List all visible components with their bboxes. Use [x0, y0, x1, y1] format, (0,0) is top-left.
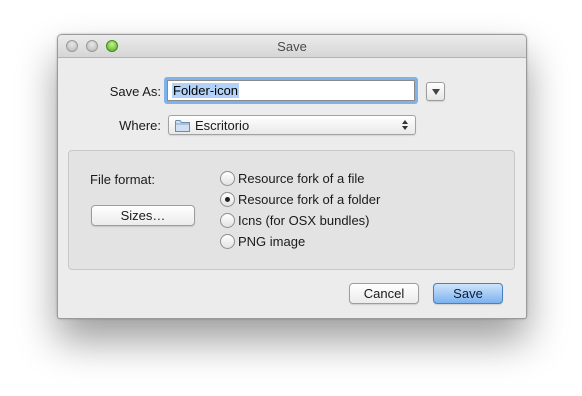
format-option-label: PNG image — [238, 234, 306, 249]
expand-button[interactable] — [426, 82, 445, 101]
title-bar[interactable]: Save — [58, 35, 526, 58]
screen: Save Save As: Folder-icon Where: Escrito… — [0, 0, 582, 396]
save-as-label: Save As: — [109, 84, 161, 99]
radio-button-selected[interactable] — [220, 192, 235, 207]
options-panel: File format: Sizes… Resource fork of a f… — [68, 150, 515, 270]
window-title: Save — [277, 39, 307, 54]
format-option-label: Icns (for OSX bundles) — [238, 213, 370, 228]
save-as-field[interactable]: Folder-icon — [167, 80, 415, 101]
format-option-label: Resource fork of a file — [238, 171, 365, 186]
radio-button[interactable] — [220, 171, 235, 186]
save-button[interactable]: Save — [433, 283, 503, 304]
format-option-label: Resource fork of a folder — [238, 192, 381, 207]
where-label: Where: — [119, 118, 161, 133]
folder-icon — [175, 120, 190, 132]
where-popup[interactable]: Escritorio — [168, 115, 416, 135]
cancel-button[interactable]: Cancel — [349, 283, 419, 304]
radio-button[interactable] — [220, 213, 235, 228]
file-format-label: File format: — [90, 172, 156, 187]
radio-button[interactable] — [220, 234, 235, 249]
radio-dot — [225, 197, 230, 202]
sizes-button[interactable]: Sizes… — [91, 205, 195, 226]
save-as-value: Folder-icon — [172, 83, 240, 98]
chevron-down-icon — [432, 89, 440, 95]
where-value: Escritorio — [195, 118, 250, 133]
updown-arrows-icon — [402, 120, 408, 130]
save-dialog: Save Save As: Folder-icon Where: Escrito… — [57, 34, 527, 319]
